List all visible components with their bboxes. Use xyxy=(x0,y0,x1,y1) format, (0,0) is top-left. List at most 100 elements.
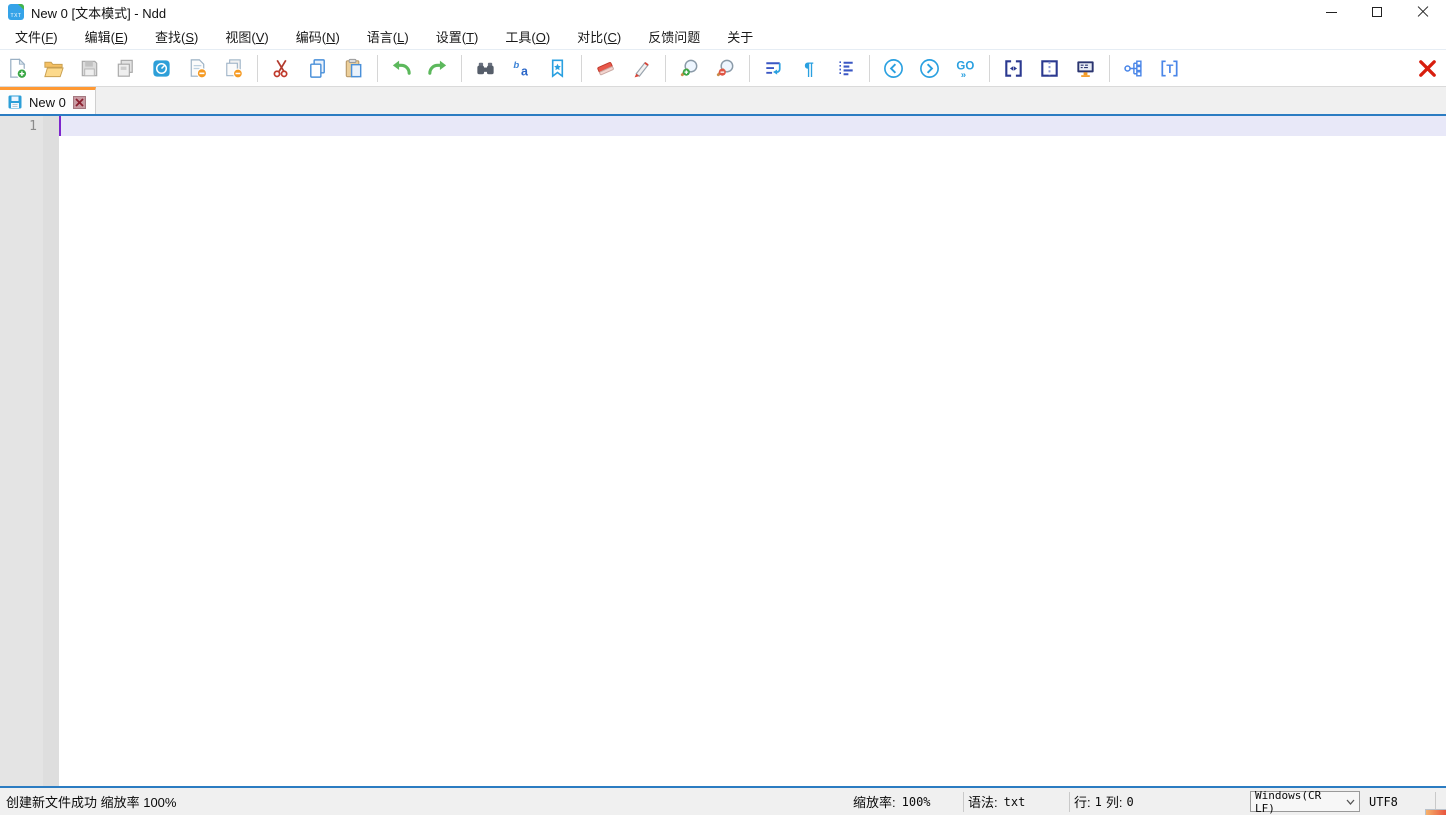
zoom-in-icon xyxy=(678,57,701,80)
menu-item-language[interactable]: 语言(L) xyxy=(357,24,419,49)
paste-icon xyxy=(342,57,365,80)
status-message: 创建新文件成功 缩放率 100% xyxy=(0,792,176,811)
prev-circle-icon xyxy=(882,57,905,80)
compare-files-button[interactable] xyxy=(999,54,1027,82)
zoom-label: 缩放率: xyxy=(853,792,896,811)
close-button[interactable] xyxy=(1400,0,1446,24)
full-screen-button[interactable] xyxy=(1071,54,1099,82)
toolbar-separator xyxy=(257,55,258,82)
format-brush-button[interactable] xyxy=(627,54,655,82)
menu-item-edit[interactable]: 编辑(E) xyxy=(75,24,138,49)
close-all-button[interactable] xyxy=(219,54,247,82)
menu-item-search[interactable]: 查找(S) xyxy=(145,24,208,49)
cut-icon xyxy=(270,57,293,80)
menu-item-about[interactable]: 关于 xyxy=(717,24,763,49)
redo-button[interactable] xyxy=(423,54,451,82)
paste-button[interactable] xyxy=(339,54,367,82)
save-button[interactable] xyxy=(75,54,103,82)
indent-guides-icon xyxy=(834,57,857,80)
replace-button[interactable]: ba xyxy=(507,54,535,82)
toolbar-separator xyxy=(581,55,582,82)
app-icon: TXT xyxy=(8,4,24,20)
bookmark-button[interactable] xyxy=(543,54,571,82)
next-circle-icon xyxy=(918,57,941,80)
menu-item-settings[interactable]: 设置(T) xyxy=(426,24,489,49)
window-controls xyxy=(1308,0,1446,24)
toolbar-separator xyxy=(989,55,990,82)
restore-session-button[interactable] xyxy=(147,54,175,82)
status-syntax: 语法: txt xyxy=(964,788,1069,815)
pilcrow-icon: ¶ xyxy=(798,57,821,80)
resize-corner-indicator xyxy=(1425,809,1446,815)
close-file-button[interactable] xyxy=(183,54,211,82)
previous-position-button[interactable] xyxy=(879,54,907,82)
copy-button[interactable] xyxy=(303,54,331,82)
split-pane-button[interactable] xyxy=(1035,54,1063,82)
tab-saved-state-icon xyxy=(8,95,22,109)
menu-item-tools[interactable]: 工具(O) xyxy=(495,24,560,49)
new-file-icon xyxy=(6,57,29,80)
status-bar: 创建新文件成功 缩放率 100% 缩放率: 100% 语法: txt 行: 1 … xyxy=(0,788,1446,815)
tab-bar: New 0 xyxy=(0,86,1446,114)
save-all-icon xyxy=(114,57,137,80)
format-brush-icon xyxy=(630,57,653,80)
indent-guides-button[interactable] xyxy=(831,54,859,82)
zoom-value: 100% xyxy=(902,795,931,809)
svg-text:b: b xyxy=(513,60,519,71)
window-title: New 0 [文本模式] - Ndd xyxy=(31,3,166,22)
show-paragraph-marks-button[interactable]: ¶ xyxy=(795,54,823,82)
svg-text:a: a xyxy=(521,64,528,78)
new-file-button[interactable] xyxy=(3,54,31,82)
compare-panes-icon xyxy=(1002,57,1025,80)
undo-icon xyxy=(390,57,413,80)
tab-new-0[interactable]: New 0 xyxy=(0,87,96,114)
exit-button[interactable] xyxy=(1413,54,1441,82)
eol-value: Windows(CR LF) xyxy=(1255,789,1346,815)
zoom-in-button[interactable] xyxy=(675,54,703,82)
toolbar-separator xyxy=(665,55,666,82)
syntax-label: 语法: xyxy=(968,792,998,811)
next-position-button[interactable] xyxy=(915,54,943,82)
undo-button[interactable] xyxy=(387,54,415,82)
status-line-col: 行: 1 列: 0 xyxy=(1070,788,1194,815)
text-mode-icon: T xyxy=(1158,57,1181,80)
toolbar: ba ¶ GO» T xyxy=(0,50,1446,86)
close-all-icon xyxy=(222,57,245,80)
maximize-icon xyxy=(1372,7,1382,17)
menu-item-file[interactable]: 文件(F) xyxy=(5,24,68,49)
menu-item-feedback[interactable]: 反馈问题 xyxy=(638,24,710,49)
app-icon-label: TXT xyxy=(8,13,24,19)
syntax-value: txt xyxy=(1004,795,1026,809)
tab-close-icon[interactable] xyxy=(73,96,86,109)
bookmark-icon xyxy=(546,57,569,80)
app-window: TXT New 0 [文本模式] - Ndd 文件(F) 编辑(E) 查找(S) 视图… xyxy=(0,0,1446,815)
maximize-button[interactable] xyxy=(1354,0,1400,24)
editor-area[interactable]: 1 xyxy=(0,114,1446,788)
open-file-button[interactable] xyxy=(39,54,67,82)
word-wrap-button[interactable] xyxy=(759,54,787,82)
close-file-icon xyxy=(186,57,209,80)
menu-item-encoding[interactable]: 编码(N) xyxy=(286,24,350,49)
redo-icon xyxy=(426,57,449,80)
zoom-out-button[interactable] xyxy=(711,54,739,82)
minimize-button[interactable] xyxy=(1308,0,1354,24)
svg-text:»: » xyxy=(960,69,965,79)
fold-margin xyxy=(43,116,59,786)
line-label: 行: xyxy=(1074,792,1091,811)
goto-line-button[interactable]: GO» xyxy=(951,54,979,82)
text-mode-button[interactable]: T xyxy=(1155,54,1183,82)
line-number-gutter: 1 xyxy=(0,116,43,786)
word-wrap-icon xyxy=(762,57,785,80)
save-icon xyxy=(78,57,101,80)
clear-marks-button[interactable] xyxy=(591,54,619,82)
eol-dropdown[interactable]: Windows(CR LF) xyxy=(1250,791,1360,812)
file-structure-button[interactable] xyxy=(1119,54,1147,82)
app-icon-fold xyxy=(18,4,24,10)
zoom-out-icon xyxy=(714,57,737,80)
save-all-button[interactable] xyxy=(111,54,139,82)
encoding-value: UTF8 xyxy=(1369,795,1398,809)
menu-item-compare[interactable]: 对比(C) xyxy=(567,24,631,49)
find-button[interactable] xyxy=(471,54,499,82)
menu-item-view[interactable]: 视图(V) xyxy=(215,24,278,49)
cut-button[interactable] xyxy=(267,54,295,82)
